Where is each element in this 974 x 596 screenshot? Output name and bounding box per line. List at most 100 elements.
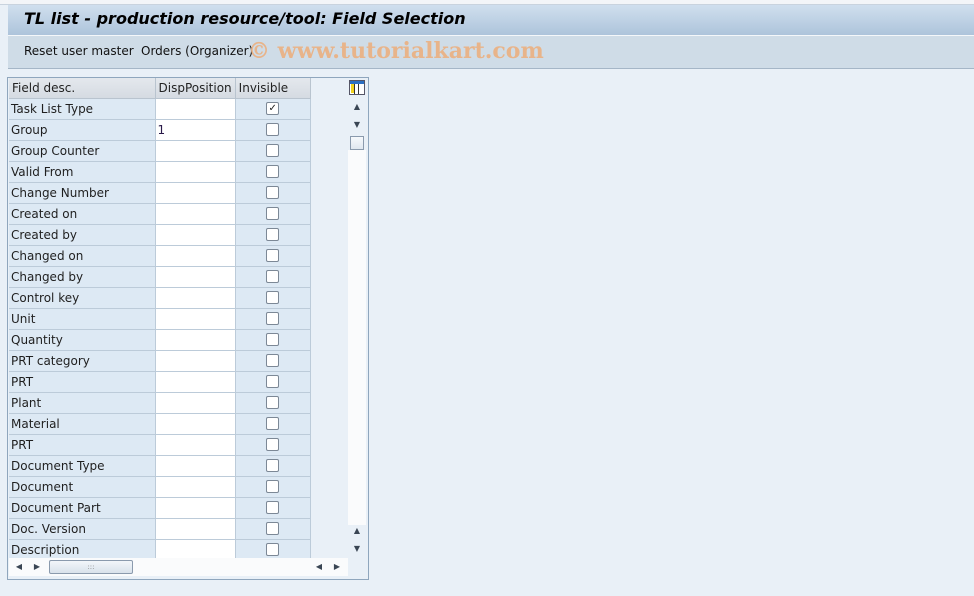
invisible-cell	[235, 413, 311, 435]
scroll-left-icon[interactable]: ◀	[11, 559, 27, 575]
disp-position-input[interactable]	[155, 140, 236, 162]
invisible-checkbox[interactable]	[266, 123, 280, 136]
row-spacer	[310, 434, 351, 456]
application-toolbar: Reset user master Orders (Organizer) © w…	[8, 36, 974, 69]
scroll-down-bottom-icon[interactable]: ▼	[349, 541, 365, 557]
invisible-checkbox[interactable]	[266, 333, 280, 346]
invisible-checkbox[interactable]	[266, 522, 280, 535]
row-spacer	[310, 308, 351, 330]
invisible-checkbox[interactable]	[266, 543, 280, 556]
table-settings-icon[interactable]	[349, 80, 365, 95]
row-spacer	[310, 287, 351, 309]
invisible-checkbox[interactable]	[266, 228, 280, 241]
vertical-scroll-track[interactable]	[348, 150, 366, 525]
table-row: PRT	[9, 434, 351, 456]
column-header-disp-position[interactable]: DispPosition	[155, 78, 236, 99]
vertical-scrollbar[interactable]: ▲ ▼ ▲ ▼	[348, 78, 366, 558]
table-row: Plant	[9, 392, 351, 414]
invisible-checkbox[interactable]	[266, 207, 280, 220]
row-spacer	[310, 161, 351, 183]
row-spacer	[310, 497, 351, 519]
disp-position-input[interactable]	[155, 518, 236, 540]
invisible-checkbox[interactable]	[266, 165, 280, 178]
row-spacer	[310, 392, 351, 414]
disp-position-input[interactable]	[155, 245, 236, 267]
invisible-checkbox[interactable]	[266, 144, 280, 157]
invisible-cell	[235, 455, 311, 477]
invisible-checkbox[interactable]	[266, 354, 280, 367]
scroll-right-end-icon[interactable]: ▶	[329, 559, 345, 575]
field-desc-cell: Created by	[9, 224, 156, 246]
row-spacer	[310, 350, 351, 372]
disp-position-input[interactable]	[155, 329, 236, 351]
row-spacer	[310, 455, 351, 477]
disp-position-input[interactable]	[155, 392, 236, 414]
field-desc-cell: Control key	[9, 287, 156, 309]
scroll-left-end-icon[interactable]: ◀	[311, 559, 327, 575]
invisible-cell	[235, 308, 311, 330]
invisible-checkbox[interactable]	[266, 459, 280, 472]
disp-position-input[interactable]	[155, 203, 236, 225]
orders-organizer-button[interactable]: Orders (Organizer)	[141, 44, 253, 58]
disp-position-input[interactable]	[155, 266, 236, 288]
disp-position-input[interactable]	[155, 497, 236, 519]
invisible-checkbox[interactable]	[266, 417, 280, 430]
horizontal-scroll-thumb[interactable]: :::	[49, 560, 133, 574]
invisible-cell	[235, 434, 311, 456]
disp-position-input[interactable]	[155, 287, 236, 309]
disp-position-input[interactable]	[155, 224, 236, 246]
invisible-cell	[235, 203, 311, 225]
scroll-up-bottom-icon[interactable]: ▲	[349, 523, 365, 539]
disp-position-input[interactable]	[155, 161, 236, 183]
field-desc-cell: Doc. Version	[9, 518, 156, 540]
table-row: Group Counter	[9, 140, 351, 162]
disp-position-input[interactable]	[155, 413, 236, 435]
disp-position-input[interactable]	[155, 98, 236, 120]
invisible-checkbox[interactable]	[266, 249, 280, 262]
column-header-field-desc[interactable]: Field desc.	[9, 78, 156, 99]
row-spacer	[310, 329, 351, 351]
invisible-checkbox[interactable]	[266, 312, 280, 325]
table-row: Created on	[9, 203, 351, 225]
field-desc-cell: Plant	[9, 392, 156, 414]
row-spacer	[310, 119, 351, 141]
invisible-checkbox[interactable]	[266, 501, 280, 514]
invisible-checkbox[interactable]: ✓	[266, 102, 280, 115]
row-spacer	[310, 371, 351, 393]
disp-position-input[interactable]	[155, 476, 236, 498]
row-spacer	[310, 518, 351, 540]
disp-position-input[interactable]: 1	[155, 119, 236, 141]
disp-position-input[interactable]	[155, 455, 236, 477]
header-spacer	[310, 78, 351, 99]
disp-position-input[interactable]	[155, 182, 236, 204]
table-row: Task List Type ✓	[9, 98, 351, 120]
invisible-cell	[235, 224, 311, 246]
scroll-down-icon[interactable]: ▼	[349, 117, 365, 133]
vertical-scroll-thumb[interactable]	[350, 136, 364, 150]
field-desc-cell: Change Number	[9, 182, 156, 204]
scroll-up-icon[interactable]: ▲	[349, 99, 365, 115]
invisible-checkbox[interactable]	[266, 438, 280, 451]
disp-position-input[interactable]	[155, 434, 236, 456]
field-desc-cell: Group	[9, 119, 156, 141]
invisible-checkbox[interactable]	[266, 480, 280, 493]
table-row: Changed on	[9, 245, 351, 267]
horizontal-scrollbar[interactable]: ◀ ▶ ::: ◀ ▶	[9, 558, 348, 576]
disp-position-input[interactable]	[155, 371, 236, 393]
invisible-cell	[235, 392, 311, 414]
invisible-checkbox[interactable]	[266, 375, 280, 388]
row-spacer	[310, 203, 351, 225]
invisible-checkbox[interactable]	[266, 396, 280, 409]
invisible-cell	[235, 140, 311, 162]
invisible-checkbox[interactable]	[266, 270, 280, 283]
reset-user-master-button[interactable]: Reset user master	[24, 44, 134, 58]
field-desc-cell: Quantity	[9, 329, 156, 351]
scroll-right-icon[interactable]: ▶	[29, 559, 45, 575]
column-header-invisible[interactable]: Invisible	[235, 78, 311, 99]
invisible-cell	[235, 329, 311, 351]
page-title: TL list - production resource/tool: Fiel…	[24, 9, 466, 28]
disp-position-input[interactable]	[155, 308, 236, 330]
invisible-checkbox[interactable]	[266, 186, 280, 199]
invisible-checkbox[interactable]	[266, 291, 280, 304]
disp-position-input[interactable]	[155, 350, 236, 372]
